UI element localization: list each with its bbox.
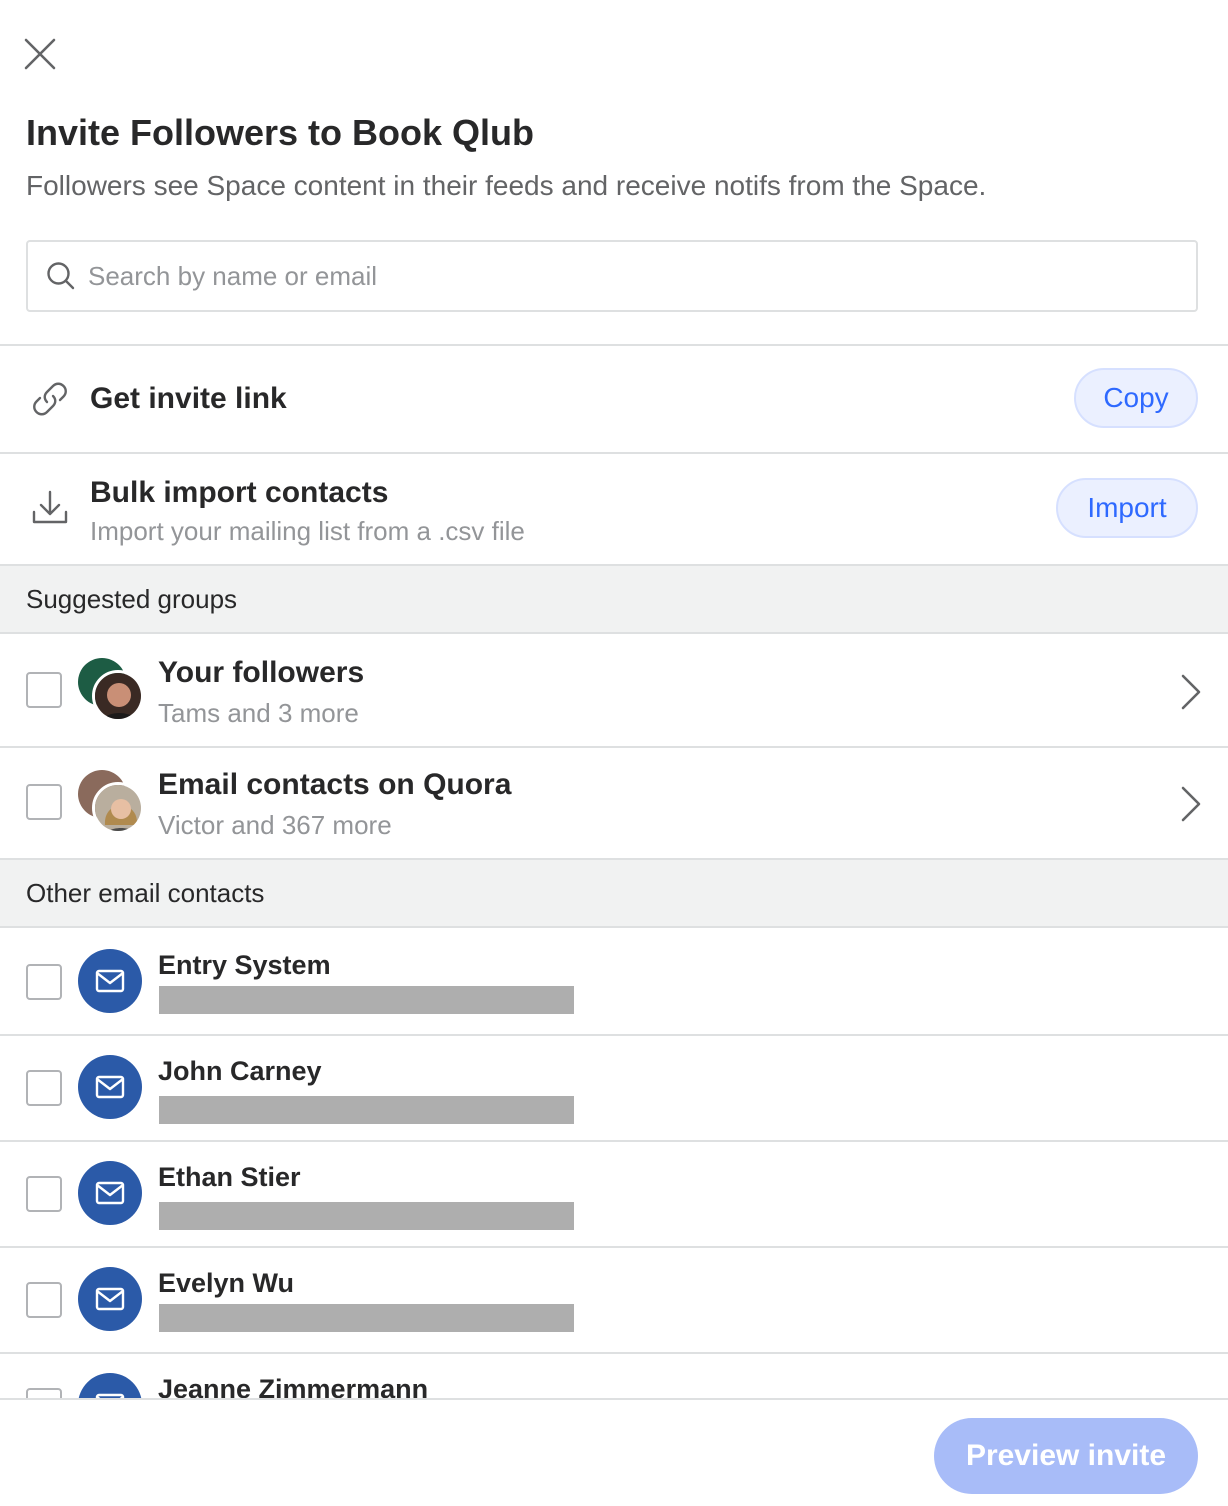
contact-row[interactable]: John Carney [0,1036,1228,1142]
contact-name: John Carney [158,1056,322,1086]
mail-avatar [78,1267,142,1331]
close-icon [24,38,56,70]
contact-checkbox[interactable] [26,964,62,1000]
mail-avatar [78,1161,142,1225]
contact-row[interactable]: Jeanne Zimmermann [0,1354,1228,1398]
invite-link-label: Get invite link [90,382,287,415]
mail-icon [95,969,125,993]
contacts-list: Entry System John Carney Ethan Stier Eve… [0,930,1228,1398]
download-icon [32,490,68,524]
redacted-email [159,1304,574,1332]
redacted-email [159,1096,574,1124]
dialog-subtitle: Followers see Space content in their fee… [26,170,987,201]
contact-row[interactable]: Evelyn Wu [0,1248,1228,1354]
group-subtitle: Victor and 367 more [158,810,392,840]
invite-link-row: Get invite link Copy [0,346,1228,452]
chevron-right-icon[interactable] [1176,784,1206,824]
mail-icon [95,1287,125,1311]
mail-avatar [78,949,142,1013]
copy-button[interactable]: Copy [1074,368,1198,428]
search-box[interactable] [26,240,1198,312]
mail-icon [95,1075,125,1099]
group-checkbox[interactable] [26,672,62,708]
redacted-email [159,986,574,1014]
link-icon [33,382,67,416]
mail-avatar [78,1373,142,1398]
contact-checkbox[interactable] [26,1070,62,1106]
contact-name: Ethan Stier [158,1162,301,1192]
contact-name: Entry System [158,950,331,980]
section-title: Suggested groups [26,583,238,614]
contact-row[interactable]: Entry System [0,930,1228,1036]
suggested-groups-header: Suggested groups [0,564,1228,634]
group-row-your-followers[interactable]: Your followers Tams and 3 more [0,636,1228,748]
contact-checkbox[interactable] [26,1282,62,1318]
group-subtitle: Tams and 3 more [158,698,359,728]
close-button[interactable] [22,36,58,72]
group-row-email-contacts[interactable]: Email contacts on Quora Victor and 367 m… [0,748,1228,860]
contact-checkbox[interactable] [26,1176,62,1212]
avatar [92,670,144,722]
search-icon [47,262,75,290]
preview-invite-button[interactable]: Preview invite [934,1418,1198,1494]
bulk-import-row: Bulk import contacts Import your mailing… [0,454,1228,564]
chevron-right-icon[interactable] [1176,672,1206,712]
bulk-import-label: Bulk import contacts [90,476,389,509]
dialog-title: Invite Followers to Book Qlub [26,112,535,153]
group-checkbox[interactable] [26,784,62,820]
contact-name: Evelyn Wu [158,1268,295,1298]
avatar [92,782,144,834]
other-contacts-header: Other email contacts [0,858,1228,928]
contact-name: Jeanne Zimmermann [158,1374,429,1398]
mail-icon [95,1181,125,1205]
group-title: Your followers [158,656,365,689]
mail-avatar [78,1055,142,1119]
group-title: Email contacts on Quora [158,768,512,801]
import-button[interactable]: Import [1056,478,1198,538]
contact-row[interactable]: Ethan Stier [0,1142,1228,1248]
bulk-import-sublabel: Import your mailing list from a .csv fil… [90,516,525,546]
dialog-footer: Preview invite [0,1398,1228,1506]
contact-checkbox[interactable] [26,1388,62,1398]
search-input[interactable] [88,260,1168,292]
redacted-email [159,1202,574,1230]
section-title: Other email contacts [26,877,265,908]
